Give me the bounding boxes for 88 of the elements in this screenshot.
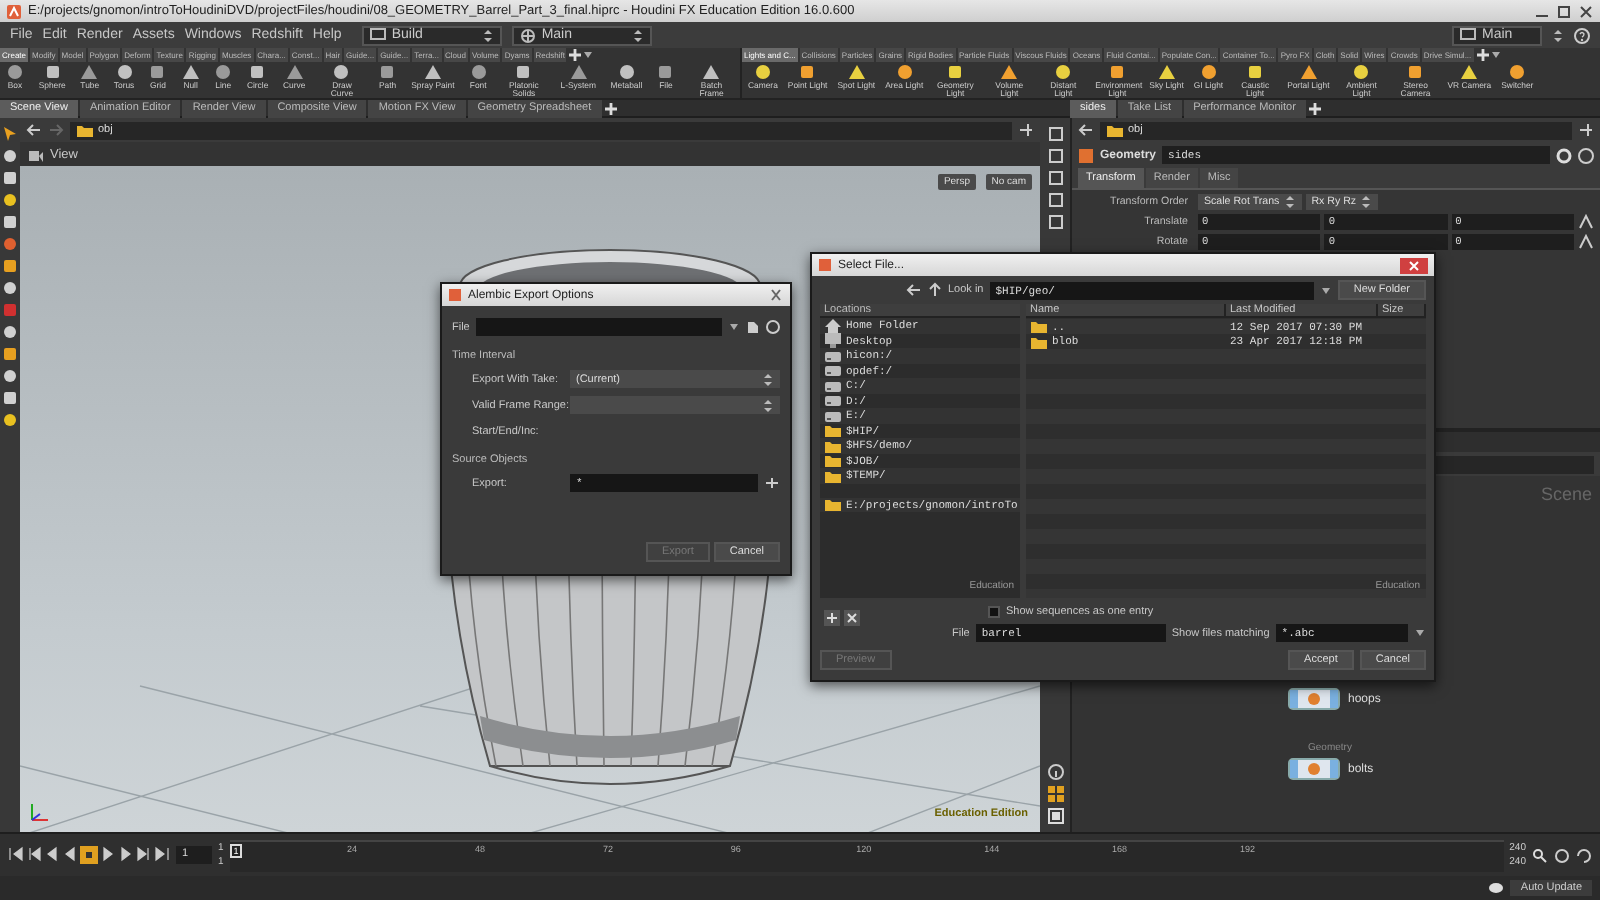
help-icon[interactable] [1578,147,1594,163]
caret-icon [1489,48,1502,62]
tool-icon [1246,64,1265,80]
axis-icon [28,800,52,824]
folder-icon [76,122,94,138]
plus-icon[interactable] [603,101,618,115]
maximize-icon[interactable] [1556,3,1572,19]
tool-icon [1406,64,1425,80]
playback-icon[interactable] [26,846,42,862]
playback-icon[interactable] [154,846,170,862]
caret-icon [1414,626,1426,640]
back-icon[interactable] [1078,122,1094,138]
drive-icon [824,362,842,379]
caret-icon [728,320,740,334]
house-icon [824,317,842,334]
layout-icon [519,27,536,43]
file-field[interactable] [475,318,722,336]
updown-icon [1552,27,1564,43]
drive-icon [824,347,842,364]
plus-icon[interactable] [824,610,840,626]
tool-icon [946,64,965,80]
tool-icon [1199,64,1218,80]
snapshot-icon[interactable] [1047,808,1063,824]
bubble-icon [1488,881,1505,895]
updown-icon [1283,194,1296,210]
tool-icon [469,64,488,80]
pin-icon[interactable] [1578,122,1594,138]
updown-icon [631,27,644,43]
plus-icon[interactable] [1307,101,1322,115]
tool-icon [332,64,351,80]
folder-icon [1106,122,1124,138]
desktop-icon [1460,28,1476,42]
updown-icon [1360,194,1373,210]
close-icon[interactable] [768,288,784,302]
up-arrow-icon[interactable] [928,282,942,298]
tool-icon [1054,64,1073,80]
gear-icon[interactable] [1556,147,1572,163]
tool-icon [6,64,24,80]
info-icon[interactable] [1047,764,1063,780]
tool-icon [702,64,721,80]
help-icon[interactable] [1574,27,1590,43]
pin-icon[interactable] [1018,122,1034,138]
geometry-icon [1078,147,1094,163]
stop-icon[interactable] [80,846,98,864]
camera-icon [28,147,44,161]
close-icon[interactable] [1578,3,1594,19]
tool-icon [753,64,772,80]
playback-icon[interactable] [136,846,152,862]
tool-icon [569,64,588,80]
checkbox[interactable] [988,606,1000,618]
drive-icon [824,377,842,394]
playback-icon[interactable] [8,846,24,862]
back-icon[interactable] [906,282,922,298]
app-logo-icon [818,258,832,272]
node-picker-icon[interactable] [764,476,780,490]
updown-icon [481,27,494,43]
tool-icon [798,64,817,80]
tool-icon [656,64,675,80]
plus-icon[interactable] [568,48,583,62]
network-node[interactable] [1288,688,1340,710]
drive-icon [824,392,842,409]
tool-icon [514,64,533,80]
tool-icon [847,64,866,80]
caret-icon [582,48,595,62]
tool-icon [895,64,914,80]
tool-icon [378,64,397,80]
updown-icon [762,397,774,413]
arrow-icon[interactable] [2,126,18,142]
app-logo-icon [448,288,462,302]
tool-icon [1108,64,1127,80]
tool-icon [423,64,442,80]
drive-icon [824,407,842,424]
tool-icon [1352,64,1371,80]
tool-icon [617,64,636,80]
updown-icon [762,371,774,387]
grid-icon[interactable] [1047,786,1063,802]
monitor-icon [824,332,842,349]
tool-icon [1508,64,1527,80]
network-node[interactable] [1288,758,1340,780]
close-icon[interactable] [1400,257,1428,273]
app-logo-icon [6,3,22,19]
help-icon[interactable] [766,320,780,334]
desktop-icon [369,28,386,42]
back-icon[interactable] [26,122,42,138]
caret-icon [1319,283,1332,297]
tool-icon [1000,64,1019,80]
tool-icon [1299,64,1318,80]
plus-icon[interactable] [1475,48,1490,62]
